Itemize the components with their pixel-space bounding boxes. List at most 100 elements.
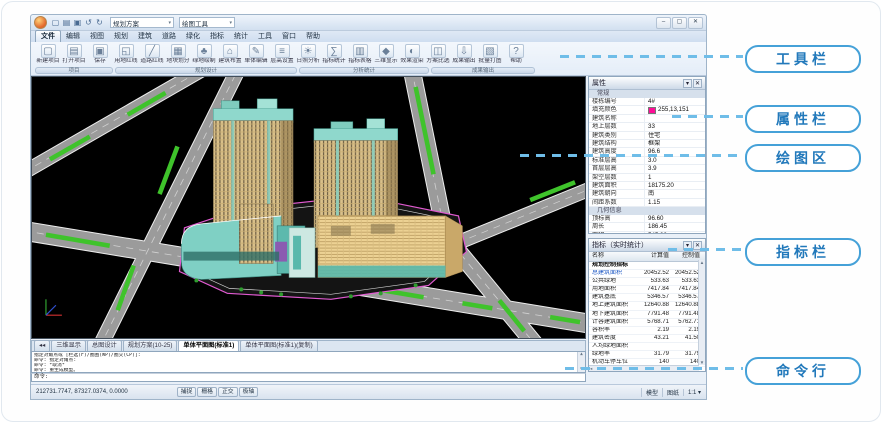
status-right-item[interactable]: 模型 xyxy=(641,388,658,397)
app-logo-icon[interactable] xyxy=(34,16,47,29)
layout-tab[interactable]: 总图设计 xyxy=(87,340,122,351)
menu-tab[interactable]: 统计 xyxy=(229,31,253,42)
menu-tab[interactable]: 道路 xyxy=(157,31,181,42)
indicator-row[interactable]: 人均绿地面积 xyxy=(589,343,705,351)
tool-combo[interactable]: 绘图工具 ▾ xyxy=(179,17,235,28)
panel-dropdown-icon[interactable]: ▾ xyxy=(683,79,692,88)
toolbar-button[interactable]: ◱ 用地红线 xyxy=(113,44,139,65)
workspace-combo[interactable]: 规划方案 ▾ xyxy=(110,17,174,28)
toolbar-button[interactable]: ▣ 保存 xyxy=(87,44,113,65)
indicator-row[interactable]: 建筑密度 43.21 41.50 xyxy=(589,335,705,343)
toolbar-button[interactable]: ◐ 效果渲染 xyxy=(399,44,425,65)
property-row[interactable]: 建筑结构 框架 xyxy=(589,140,705,148)
property-row[interactable]: 间距系数 1.15 xyxy=(589,199,705,207)
toolbar-button[interactable]: ╱ 道路红线 xyxy=(139,44,165,65)
indicator-row[interactable]: 用地面积 7417.84 7417.84 xyxy=(589,286,705,294)
property-row[interactable]: 地上层数 33 xyxy=(589,123,705,131)
menu-tab[interactable]: 窗口 xyxy=(277,31,301,42)
status-toggle-button[interactable]: 正交 xyxy=(218,387,238,397)
property-row[interactable]: 建筑面积 18175.20 xyxy=(589,182,705,190)
callout-command: 命令行 xyxy=(745,357,861,385)
status-right-item[interactable]: 1:1 ▾ xyxy=(683,389,701,396)
layout-tab[interactable]: 三维显示 xyxy=(51,340,86,351)
scroll-down-icon[interactable]: ▼ xyxy=(700,360,704,365)
menu-tab[interactable]: 文件 xyxy=(35,30,61,42)
toolbar-button-icon: ◆ xyxy=(379,44,394,58)
maximize-button[interactable]: ▢ xyxy=(672,17,687,29)
minimize-button[interactable]: – xyxy=(656,17,671,29)
property-row[interactable]: 填充颜色 255,13,151 xyxy=(589,106,705,114)
toolbar-button[interactable]: ▧ 批量打图 xyxy=(477,44,503,65)
indicator-row[interactable]: 地上建筑面积 12640.88 12640.88 xyxy=(589,302,705,310)
quick-access-icon[interactable]: ↺ xyxy=(83,17,94,29)
indicator-row[interactable]: 计容建筑面积 5768.71 5762.71 xyxy=(589,319,705,327)
leader-line-property xyxy=(672,115,743,118)
toolbar-button[interactable]: ∑ 指标统计 xyxy=(321,44,347,65)
scroll-up-icon[interactable]: ▲ xyxy=(700,260,704,265)
quick-access-icon[interactable]: ▢ xyxy=(50,17,61,29)
indicator-row[interactable]: 容积率 2.19 2.19 xyxy=(589,327,705,335)
toolbar-button[interactable]: ▥ 指标表格 xyxy=(347,44,373,65)
quick-access-icon[interactable]: ↻ xyxy=(94,17,105,29)
property-row[interactable]: 建筑类别 住宅 xyxy=(589,132,705,140)
indicator-row[interactable]: 公共绿地 533.63 533.63 xyxy=(589,278,705,286)
indicator-row[interactable]: 绿地率 31.79 31.79 xyxy=(589,351,705,359)
ucs-icon xyxy=(46,299,62,315)
scroll-up-icon[interactable]: ▲ xyxy=(580,352,583,357)
menu-tab[interactable]: 视图 xyxy=(85,31,109,42)
command-history[interactable]: 指定对角点或 [栏选(F)/圈围(WP)/圈交(CP)]:命令: 指定对角点:命… xyxy=(31,351,586,373)
property-row[interactable]: 面积 545.33 xyxy=(589,232,705,234)
window-controls: – ▢ ✕ xyxy=(655,17,703,29)
property-row[interactable]: 建筑朝向 南 xyxy=(589,190,705,198)
command-input[interactable]: 命令: xyxy=(31,373,586,382)
layout-tab[interactable]: 单体平面图(标准1) xyxy=(178,340,239,351)
toolbar-button[interactable]: ✎ 单体编辑 xyxy=(243,44,269,65)
menu-tab[interactable]: 帮助 xyxy=(301,31,325,42)
indicator-row[interactable]: 规划控制指标 xyxy=(589,262,705,270)
quick-access-icon[interactable]: ▣ xyxy=(72,17,83,29)
indicator-row[interactable]: 建筑基底 5346.57 5346.57 xyxy=(589,294,705,302)
menu-tab[interactable]: 规划 xyxy=(109,31,133,42)
toolbar-button[interactable]: ▤ 打开项目 xyxy=(61,44,87,65)
title-bar: ▢▤▣↺↻ 规划方案 ▾ 绘图工具 ▾ – ▢ ✕ xyxy=(31,15,706,31)
status-right-item[interactable]: 图纸 xyxy=(662,388,679,397)
status-toggle-button[interactable]: 极轴 xyxy=(239,387,259,397)
toolbar-button[interactable]: ◫ 方案比选 xyxy=(425,44,451,65)
close-button[interactable]: ✕ xyxy=(688,17,703,29)
quick-access-icon[interactable]: ▤ xyxy=(61,17,72,29)
menu-tab[interactable]: 编辑 xyxy=(61,31,85,42)
toolbar-group-label: 成果输出 xyxy=(431,67,535,74)
toolbar: ▢ 新建项目 ▤ 打开项目 ▣ 保存 ◱ 用地 xyxy=(31,42,706,76)
layout-tab[interactable]: 规划方案(10-25) xyxy=(123,340,178,351)
indicator-row[interactable]: 总建筑面积 20452.52 20452.52 xyxy=(589,270,705,278)
indicator-vertical-scrollbar[interactable]: ▲ ▼ xyxy=(698,260,705,365)
status-toggle-button[interactable]: 栅格 xyxy=(197,387,217,397)
toolbar-button[interactable]: ☀ 日照分析 xyxy=(295,44,321,65)
layout-tab[interactable]: 单体平面图(标准1)(复制) xyxy=(240,340,317,351)
menu-tab[interactable]: 建筑 xyxy=(133,31,157,42)
toolbar-button[interactable]: ▢ 新建项目 xyxy=(35,44,61,65)
menu-tab[interactable]: 指标 xyxy=(205,31,229,42)
toolbar-button[interactable]: ▦ 地块划分 xyxy=(165,44,191,65)
property-section-header[interactable]: 常规 xyxy=(589,90,705,98)
property-row[interactable]: 标准层高 3.0 xyxy=(589,157,705,165)
property-section-header[interactable]: 几何信息 xyxy=(589,207,705,215)
toolbar-button[interactable]: ⌂ 建筑布置 xyxy=(217,44,243,65)
toolbar-button[interactable]: ? 帮助 xyxy=(503,44,529,65)
property-row[interactable]: 首层层高 3.9 xyxy=(589,165,705,173)
indicator-row[interactable]: 地下建筑面积 7791.48 7791.48 xyxy=(589,311,705,319)
drawing-canvas[interactable] xyxy=(31,76,586,339)
toolbar-button[interactable]: ≡ 层高设置 xyxy=(269,44,295,65)
menu-tab[interactable]: 工具 xyxy=(253,31,277,42)
status-toggle-button[interactable]: 捕捉 xyxy=(177,387,197,397)
toolbar-button[interactable]: ♣ 绿地绘制 xyxy=(191,44,217,65)
property-row[interactable]: 周长 186.45 xyxy=(589,223,705,231)
toolbar-button[interactable]: ⇩ 成果输出 xyxy=(451,44,477,65)
property-row[interactable]: 顶标高 96.60 xyxy=(589,215,705,223)
property-row[interactable]: 架空层数 1 xyxy=(589,174,705,182)
menu-tab[interactable]: 绿化 xyxy=(181,31,205,42)
property-row[interactable]: 楼栋编号 4# xyxy=(589,98,705,106)
panel-close-icon[interactable]: ✕ xyxy=(693,79,702,88)
toolbar-button[interactable]: ◆ 三维显示 xyxy=(373,44,399,65)
layout-tab[interactable]: ◂◂ xyxy=(34,340,50,351)
